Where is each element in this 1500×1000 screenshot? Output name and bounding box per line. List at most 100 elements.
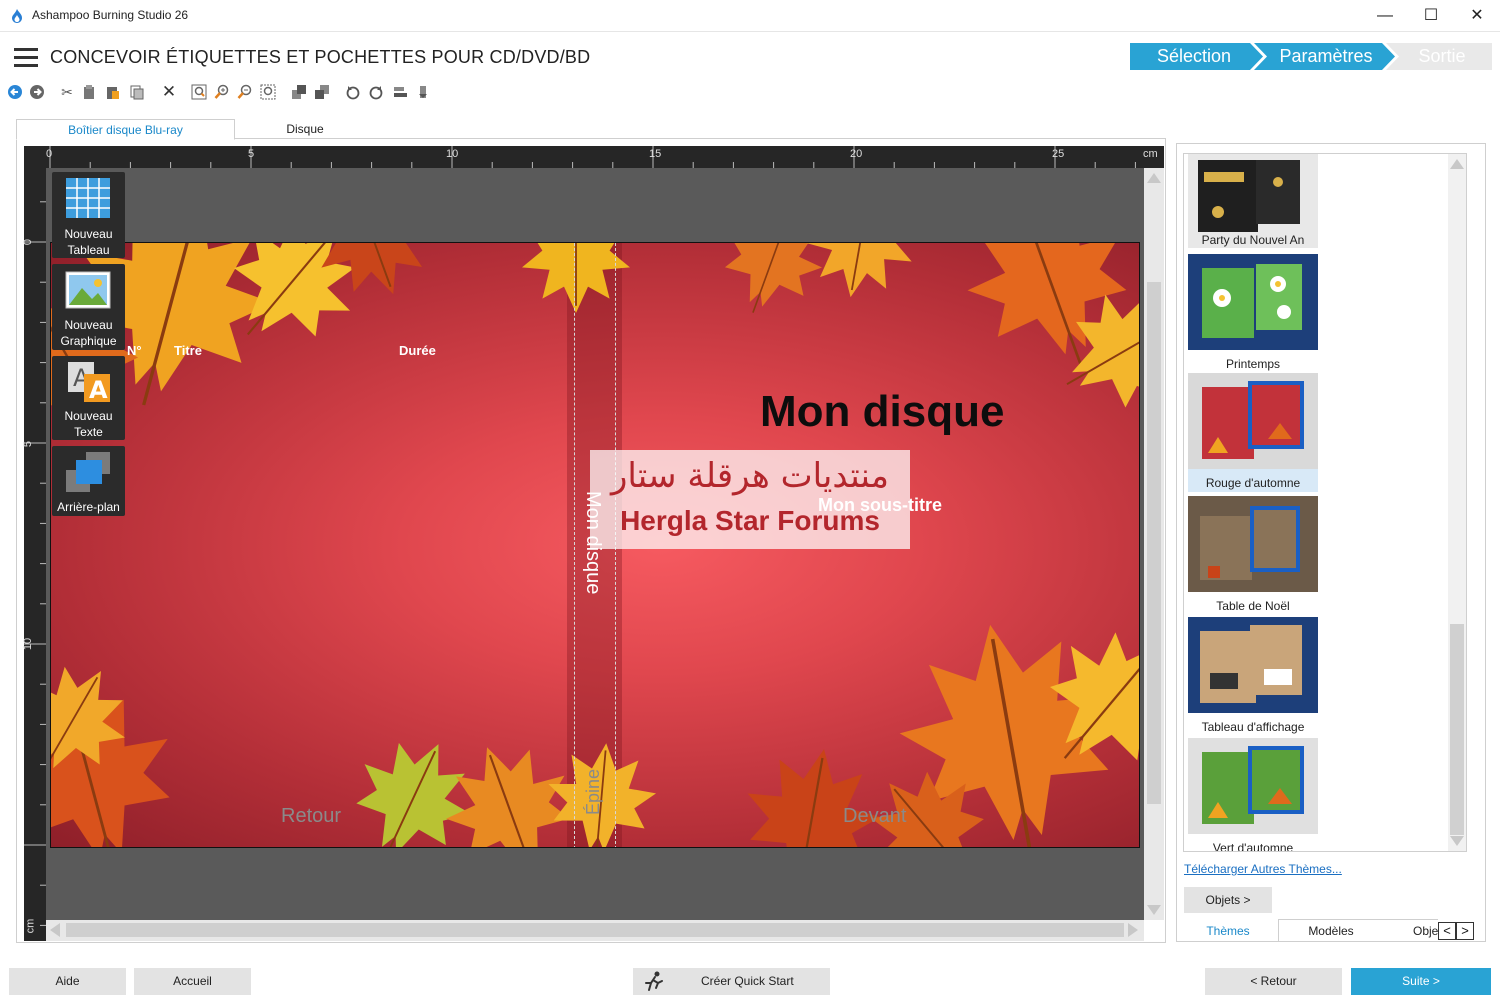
close-button[interactable]: ✕: [1454, 0, 1500, 32]
delete-icon[interactable]: ✕: [160, 82, 178, 102]
zoom-fit-icon[interactable]: [190, 82, 208, 102]
svg-text:A: A: [89, 376, 108, 404]
image-icon: [65, 271, 111, 309]
tab-objects[interactable]: Objets: [1383, 919, 1438, 942]
theme-list-scroll-thumb[interactable]: [1450, 624, 1464, 835]
tab-themes[interactable]: Thèmes: [1178, 919, 1278, 942]
palette-label: Nouveau: [64, 409, 113, 423]
quickstart-label: Créer Quick Start: [701, 974, 794, 988]
watermark-latin: Hergla Star Forums: [620, 505, 880, 536]
scroll-left-arrow-icon[interactable]: [50, 923, 60, 937]
theme-name: Printemps: [1225, 357, 1281, 371]
back-button[interactable]: < Retour: [1205, 968, 1342, 995]
ruler-tick-25: 25: [1052, 148, 1065, 160]
home-button[interactable]: Accueil: [134, 968, 251, 995]
scroll-thumb[interactable]: [1147, 282, 1161, 804]
ruler-tick-15: 15: [649, 148, 662, 160]
tab-disc[interactable]: Disque: [235, 119, 375, 140]
hamburger-menu-icon[interactable]: [14, 48, 38, 68]
scroll-up-arrow-icon[interactable]: [1450, 159, 1464, 169]
objects-button[interactable]: Objets >: [1184, 887, 1272, 913]
theme-name: Rouge d'automne: [1205, 476, 1301, 490]
column-duration[interactable]: Durée: [399, 343, 436, 358]
palette-label: Nouveau: [64, 318, 113, 332]
tab-next-button[interactable]: >: [1456, 922, 1474, 940]
zoom-in-icon[interactable]: [213, 82, 231, 102]
theme-thumbnail: [1188, 496, 1318, 592]
scroll-right-arrow-icon[interactable]: [1128, 923, 1138, 937]
ruler-tick-10: 10: [446, 148, 459, 160]
canvas-vertical-scrollbar[interactable]: [1144, 168, 1164, 920]
tab-bluray-case[interactable]: Boîtier disque Blu-ray: [16, 119, 235, 140]
minimize-button[interactable]: —: [1362, 0, 1408, 32]
theme-item-selected[interactable]: Rouge d'automne: [1188, 373, 1318, 492]
theme-thumbnail: [1188, 373, 1318, 469]
theme-name: Table de Noël: [1216, 599, 1290, 613]
running-man-icon: [645, 971, 663, 991]
download-more-themes-link[interactable]: Télécharger Autres Thèmes...: [1184, 862, 1342, 876]
rotate-left-icon[interactable]: [344, 82, 362, 102]
theme-thumbnail: [1188, 254, 1318, 350]
ruler-unit: cm: [1143, 148, 1158, 160]
cut-icon[interactable]: ✂: [58, 82, 76, 102]
background-button[interactable]: Arrière-plan: [52, 446, 125, 516]
ruler-left-tick-0: 0: [22, 238, 35, 246]
theme-thumbnail: [1188, 738, 1318, 834]
step-parameters[interactable]: Paramètres: [1262, 43, 1390, 70]
forward-icon[interactable]: [28, 82, 46, 102]
ruler-top: 0 5 10 15 20 25 cm: [24, 146, 1164, 168]
palette-label: Arrière-plan: [57, 500, 120, 514]
ruler-left-tick-5: 5: [22, 440, 35, 448]
theme-item[interactable]: Table de Noël: [1188, 496, 1318, 617]
hscroll-thumb[interactable]: [66, 923, 1124, 937]
zoom-page-icon[interactable]: [259, 82, 277, 102]
column-title[interactable]: Titre: [174, 343, 202, 358]
ruler-left: 0 5 10 cm: [22, 168, 46, 941]
tab-prev-button[interactable]: <: [1438, 922, 1456, 940]
back-icon[interactable]: [6, 82, 24, 102]
send-back-icon[interactable]: [313, 82, 331, 102]
scroll-down-arrow-icon[interactable]: [1147, 905, 1161, 915]
rotate-right-icon[interactable]: [367, 82, 385, 102]
new-table-button[interactable]: Nouveau Tableau: [52, 172, 125, 258]
background-icon: [66, 452, 110, 492]
canvas-horizontal-scrollbar[interactable]: [46, 920, 1144, 941]
help-button[interactable]: Aide: [9, 968, 126, 995]
table-icon: [66, 178, 110, 218]
step-output: Sortie: [1418, 46, 1466, 66]
align-right-icon[interactable]: [414, 82, 432, 102]
window-title: Ashampoo Burning Studio 26: [32, 8, 189, 22]
copy-icon[interactable]: [80, 82, 98, 102]
zoom-out-icon[interactable]: [236, 82, 254, 102]
ruler-left-unit: cm: [24, 918, 37, 934]
paste-icon[interactable]: [104, 82, 122, 102]
ruler-tick-20: 20: [850, 148, 863, 160]
text-icon: A A: [68, 362, 110, 404]
theme-item[interactable]: Vert d'automne: [1188, 738, 1318, 851]
theme-thumbnail: [1188, 617, 1318, 713]
scroll-up-arrow-icon[interactable]: [1147, 173, 1161, 183]
maximize-button[interactable]: ☐: [1408, 0, 1454, 32]
flame-app-icon: [12, 9, 22, 23]
bring-front-icon[interactable]: [290, 82, 308, 102]
next-button[interactable]: Suite >: [1351, 968, 1491, 995]
scroll-down-arrow-icon[interactable]: [1450, 836, 1464, 846]
new-text-button[interactable]: A A Nouveau Texte: [52, 356, 125, 440]
cover-title[interactable]: Mon disque: [760, 387, 1004, 437]
step-selection[interactable]: Sélection: [1130, 43, 1258, 70]
watermark-arabic: منتديات هرقلة ستار: [611, 456, 889, 496]
duplicate-icon[interactable]: [128, 82, 146, 102]
new-graphic-button[interactable]: Nouveau Graphique: [52, 264, 125, 350]
ruler-left-tick-10: 10: [22, 637, 35, 651]
theme-item[interactable]: Printemps: [1188, 254, 1318, 375]
palette-label: Graphique: [60, 334, 117, 348]
quickstart-button[interactable]: Créer Quick Start: [633, 968, 830, 995]
align-left-icon[interactable]: [391, 82, 409, 102]
theme-name: Tableau d'affichage: [1201, 720, 1305, 734]
title-bar: Ashampoo Burning Studio 26 — ☐ ✕: [0, 0, 1500, 32]
theme-list[interactable]: Party du Nouvel An Printemps Rouge d'aut…: [1183, 153, 1467, 852]
column-number[interactable]: N°: [127, 343, 142, 358]
tab-models[interactable]: Modèles: [1278, 919, 1383, 942]
front-label: Devant: [843, 805, 907, 827]
theme-item[interactable]: Tableau d'affichage: [1188, 617, 1318, 738]
